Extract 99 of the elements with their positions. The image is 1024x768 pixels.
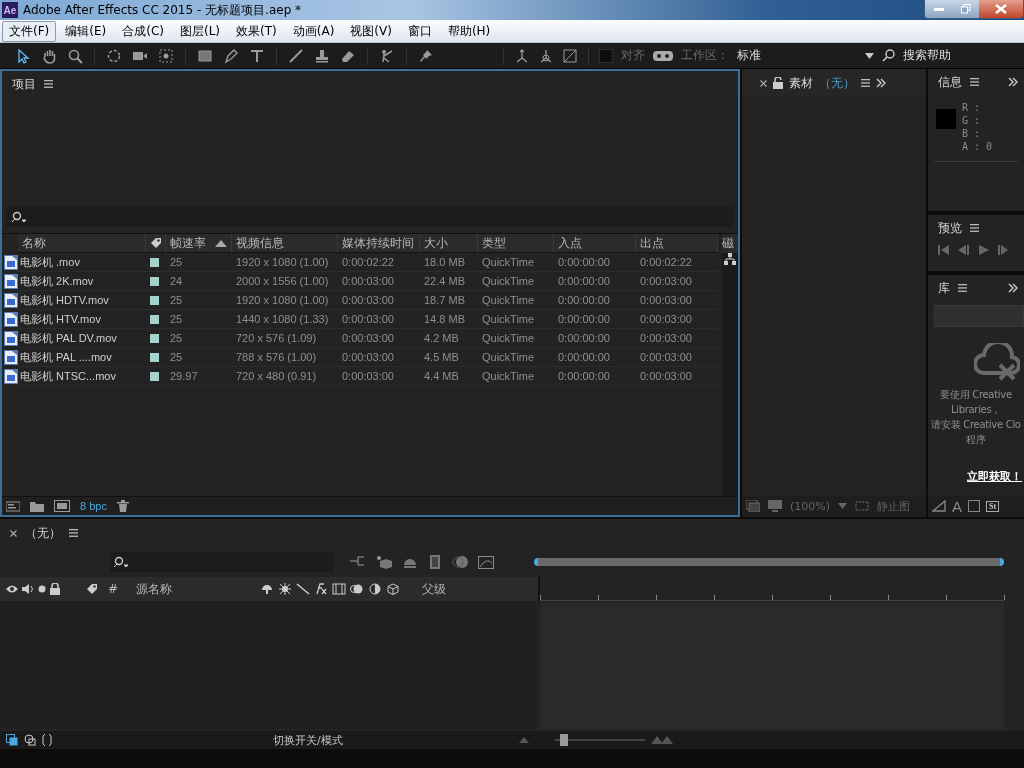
table-cell: 0:00:00:00 [554,367,636,386]
table-cell: 0:00:00:00 [554,310,636,329]
panel-title[interactable]: 素材 [789,74,813,92]
file-name-cell[interactable]: 电影机 .mov [18,253,146,272]
column-header[interactable]: 父级 [422,580,446,598]
table-cell: 25 [166,329,232,348]
table-cell: 1920 x 1080 (1.00) [232,253,338,272]
table-cell: 4.4 MB [420,367,478,386]
menu-item[interactable]: 窗口 [400,20,439,42]
window-title: Adobe After Effects CC 2015 - 无标题项目.aep * [23,1,303,19]
table-cell: 25 [166,291,232,310]
menu-item[interactable]: 动画(A) [285,20,342,42]
table-cell: 0:00:00:00 [554,272,636,291]
channel-value: R : [962,101,982,114]
table-cell: QuickTime [478,253,554,272]
file-name-cell[interactable]: 电影机 2K.mov [18,272,146,291]
bit-depth-button[interactable]: 8 bpc [80,500,107,512]
table-cell: 0:00:03:00 [636,272,718,291]
panel-title[interactable]: 库 [938,279,950,297]
menu-item[interactable]: 编辑(E) [58,20,114,42]
menu-item[interactable]: 效果(T) [229,20,284,42]
panel-title[interactable]: 预览 [938,219,962,237]
column-header[interactable]: 大小 [420,234,478,253]
table-cell: 720 x 576 (1.09) [232,329,338,348]
table-cell: 0:00:03:00 [338,272,420,291]
menu-item[interactable]: 帮助(H) [440,20,498,42]
table-cell: 18.0 MB [420,253,478,272]
footage-name: （无） [819,74,855,92]
table-cell: 25 [166,348,232,367]
table-cell: 0:00:00:00 [554,348,636,367]
menu-item[interactable]: 文件(F) [2,20,57,42]
file-name-cell[interactable]: 电影机 NTSC...mov [18,367,146,386]
menu-item[interactable]: 视图(V) [343,20,399,42]
column-header[interactable]: 帧速率 [166,234,232,253]
column-header[interactable]: 源名称 [136,580,256,598]
table-cell: 0:00:02:22 [338,253,420,272]
table-cell: 0:00:03:00 [338,367,420,386]
file-name-cell[interactable]: 电影机 HTV.mov [18,310,146,329]
table-cell: QuickTime [478,272,554,291]
table-cell: 0:00:00:00 [554,329,636,348]
table-cell: 1920 x 1080 (1.00) [232,291,338,310]
get-now-link[interactable]: 立即获取！ [967,469,1022,484]
column-header[interactable]: 磁 [722,234,738,253]
table-cell: 788 x 576 (1.00) [232,348,338,367]
channel-value: B : [962,127,982,140]
column-header[interactable]: 视频信息 [232,234,338,253]
column-header[interactable]: 类型 [478,234,554,253]
panel-title[interactable]: 项目 [12,75,36,93]
snap-label: 对齐 [621,47,645,64]
character-style-icon[interactable]: A [952,497,962,515]
table-cell: QuickTime [478,348,554,367]
table-cell: 25 [166,310,232,329]
file-name-cell[interactable]: 电影机 HDTV.mov [18,291,146,310]
table-cell: QuickTime [478,367,554,386]
table-cell: 0:00:03:00 [636,348,718,367]
table-cell: 24 [166,272,232,291]
search-help-field[interactable]: 搜索帮助 [903,47,951,64]
table-cell: 25 [166,253,232,272]
table-cell: 0:00:03:00 [338,310,420,329]
column-header[interactable]: 名称 [18,234,146,253]
table-cell: 0:00:03:00 [636,329,718,348]
table-cell: 1440 x 1080 (1.33) [232,310,338,329]
table-cell: 4.5 MB [420,348,478,367]
table-cell: QuickTime [478,329,554,348]
table-cell: 0:00:03:00 [338,348,420,367]
table-cell: 0:00:03:00 [636,367,718,386]
table-cell: QuickTime [478,291,554,310]
table-cell: 18.7 MB [420,291,478,310]
app-logo: Ae [2,2,18,18]
workspace-label: 工作区： [681,47,729,64]
table-cell: 0:00:03:00 [338,329,420,348]
workspace-dropdown[interactable]: 标准 [737,47,857,64]
table-cell: 0:00:03:00 [338,291,420,310]
column-header[interactable]: # [108,582,132,596]
file-name-cell[interactable]: 电影机 PAL ....mov [18,348,146,367]
menu-item[interactable]: 合成(C) [115,20,171,42]
table-cell: QuickTime [478,310,554,329]
table-cell: 0:00:03:00 [636,291,718,310]
install-message: 要使用 Creative Libraries， 请安装 Creative Clo 程序 [930,388,1022,447]
table-cell: 2000 x 1556 (1.00) [232,272,338,291]
table-cell: 22.4 MB [420,272,478,291]
table-cell: 4.2 MB [420,329,478,348]
menu-item[interactable]: 图层(L) [172,20,228,42]
stock-badge[interactable]: St [986,500,1000,512]
panel-title[interactable]: 信息 [938,73,962,91]
channel-value: G : [962,114,982,127]
table-cell: 14.8 MB [420,310,478,329]
column-header[interactable]: 媒体持续时间 [338,234,420,253]
column-header[interactable]: 入点 [554,234,636,253]
channel-value: A : 0 [962,140,993,153]
panel-title[interactable]: （无） [25,524,61,542]
column-header[interactable]: 出点 [636,234,718,253]
table-cell: 29.97 [166,367,232,386]
table-cell: 0:00:03:00 [636,310,718,329]
file-name-cell[interactable]: 电影机 PAL DV.mov [18,329,146,348]
table-cell: 0:00:00:00 [554,253,636,272]
table-cell: 0:00:00:00 [554,291,636,310]
table-cell: 0:00:02:22 [636,253,718,272]
table-cell: 720 x 480 (0.91) [232,367,338,386]
